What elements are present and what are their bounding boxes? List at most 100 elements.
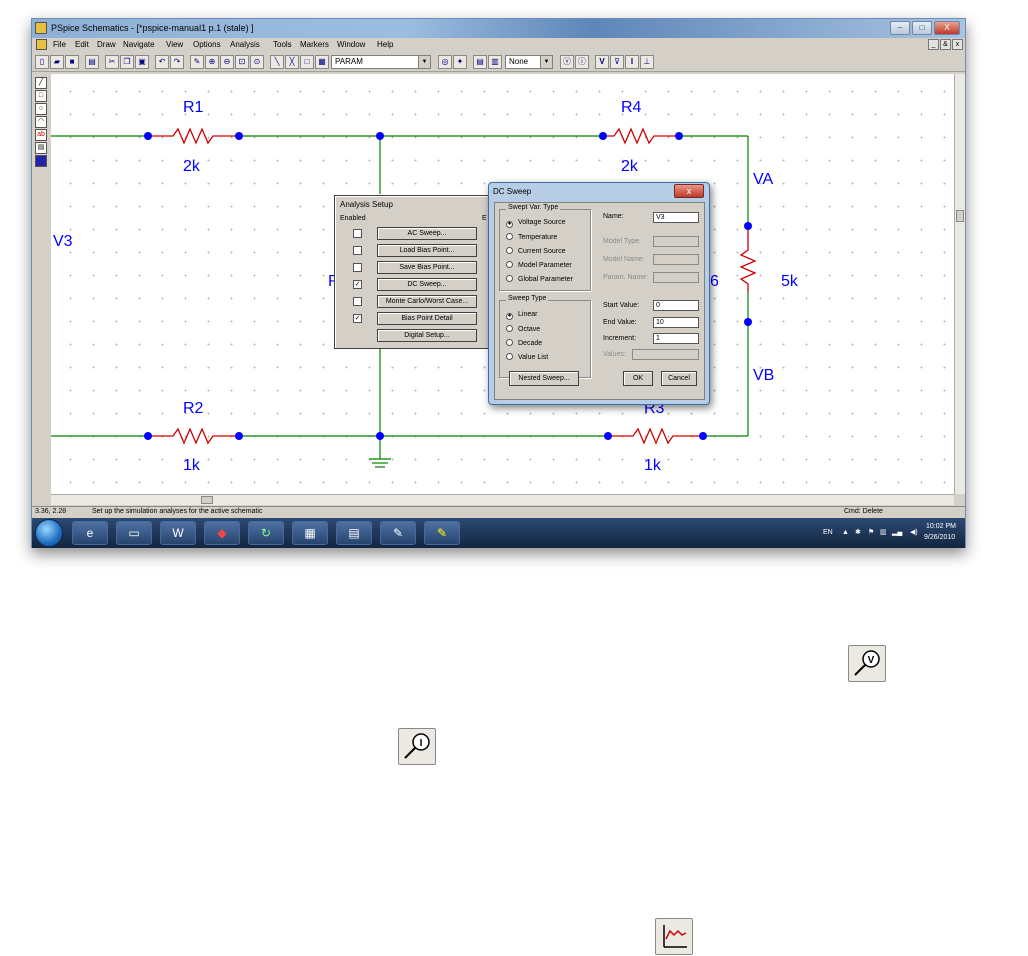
sync-icon[interactable]: ↻ (248, 521, 284, 545)
label-r6-value[interactable]: 5k (781, 273, 799, 290)
cancel-button[interactable]: Cancel (661, 371, 697, 386)
clock-date[interactable]: 9/26/2010 (924, 534, 955, 541)
word-icon[interactable]: W (160, 521, 196, 545)
menu-options[interactable]: Options (193, 40, 221, 49)
load-bias-button[interactable]: Load Bias Point... (377, 244, 477, 257)
label-r3-value[interactable]: 1k (644, 457, 662, 474)
edit-attributes-icon[interactable]: ◎ (438, 55, 452, 69)
paint-icon[interactable]: ✎ (380, 521, 416, 545)
radio-temperature[interactable]: Temperature (506, 233, 557, 241)
explorer-icon[interactable]: ▭ (116, 521, 152, 545)
label-r1-value[interactable]: 2k (183, 158, 201, 175)
model-name-field[interactable] (653, 254, 699, 265)
none-select[interactable]: None ▼ (505, 55, 553, 69)
show-hidden-icons-icon[interactable]: ▲ (842, 529, 849, 536)
schematics-icon[interactable]: ✎ (424, 521, 460, 545)
digital-setup-button[interactable]: Digital Setup... (377, 329, 477, 342)
current-probe-icon[interactable]: I (398, 728, 436, 765)
model-type-field[interactable] (653, 236, 699, 247)
label-r2-value[interactable]: 1k (183, 457, 201, 474)
chevron-down-icon[interactable]: ▼ (418, 56, 430, 68)
waveform-icon[interactable]: ▤ (336, 521, 372, 545)
menu-help[interactable]: Help (377, 40, 393, 49)
chevron-down-icon[interactable]: ▼ (540, 56, 552, 68)
menu-navigate[interactable]: Navigate (123, 40, 155, 49)
enable-bias-voltage-icon[interactable]: ⓥ (560, 55, 574, 69)
ok-button[interactable]: OK (623, 371, 653, 386)
monte-carlo-button[interactable]: Monte Carlo/Worst Case... (377, 295, 477, 308)
insert-picture-icon[interactable] (35, 155, 47, 167)
doc-close-button[interactable]: x (952, 39, 963, 50)
network-icon[interactable]: ▥ (880, 528, 887, 536)
draw-circle-icon[interactable]: ○ (35, 103, 47, 115)
zoom-fit-icon[interactable]: ⊙ (250, 55, 264, 69)
bias-point-detail-button[interactable]: Bias Point Detail (377, 312, 477, 325)
name-field[interactable]: V3 (653, 212, 699, 223)
label-vb[interactable]: VB (753, 367, 774, 384)
param-select[interactable]: PARAM ▼ (331, 55, 431, 69)
show-voltage-icon[interactable]: V (595, 55, 609, 69)
menu-edit[interactable]: Edit (75, 40, 89, 49)
language-indicator[interactable]: EN (823, 529, 833, 536)
zoom-out-icon[interactable]: ⊖ (220, 55, 234, 69)
vertical-scroll-thumb[interactable] (956, 210, 964, 222)
menu-view[interactable]: View (166, 40, 183, 49)
horizontal-scroll-thumb[interactable] (201, 496, 213, 504)
pspice-app-icon[interactable]: ▦ (292, 521, 328, 545)
close-button[interactable]: X (934, 21, 960, 35)
start-button[interactable] (35, 519, 63, 547)
maximize-button[interactable]: □ (912, 21, 932, 35)
values-field[interactable] (632, 349, 699, 360)
menu-draw[interactable]: Draw (97, 40, 116, 49)
radio-model-parameter[interactable]: Model Parameter (506, 261, 572, 269)
setup-analysis-icon[interactable]: ▤ (473, 55, 487, 69)
zoom-area-icon[interactable]: ⊡ (235, 55, 249, 69)
print-icon[interactable]: ▤ (85, 55, 99, 69)
menu-tools[interactable]: Tools (273, 40, 292, 49)
menu-file[interactable]: File (53, 40, 66, 49)
vertical-scrollbar[interactable] (954, 74, 965, 494)
doc-restore-button[interactable]: & (940, 39, 951, 50)
get-part-icon[interactable]: ▦ (315, 55, 329, 69)
redraw-icon[interactable]: ✎ (190, 55, 204, 69)
current-marker-icon[interactable]: ⊥ (640, 55, 654, 69)
radio-voltage-source[interactable]: ● Voltage Source (506, 219, 565, 228)
label-va[interactable]: VA (753, 171, 773, 188)
ac-sweep-checkbox[interactable] (353, 229, 362, 238)
save-bias-button[interactable]: Save Bias Point... (377, 261, 477, 274)
dc-sweep-checkbox[interactable]: ✓ (353, 280, 362, 289)
redo-icon[interactable]: ↷ (170, 55, 184, 69)
edit-symbol-icon[interactable]: ✦ (453, 55, 467, 69)
radio-global-parameter[interactable]: Global Parameter (506, 275, 573, 283)
paste-icon[interactable]: ▣ (135, 55, 149, 69)
draw-arc-icon[interactable]: ◠ (35, 116, 47, 128)
increment-field[interactable]: 1 (653, 333, 699, 344)
bias-point-detail-checkbox[interactable]: ✓ (353, 314, 362, 323)
voltage-marker-icon[interactable]: ⊽ (610, 55, 624, 69)
end-value-field[interactable]: 10 (653, 317, 699, 328)
dc-sweep-close-button[interactable]: x (674, 184, 704, 198)
document-icon[interactable] (36, 39, 47, 50)
save-bias-checkbox[interactable] (353, 263, 362, 272)
label-r1[interactable]: R1 (183, 99, 204, 116)
show-current-icon[interactable]: I (625, 55, 639, 69)
label-r4[interactable]: R4 (621, 99, 642, 116)
dc-sweep-button[interactable]: DC Sweep... (377, 278, 477, 291)
enable-bias-current-icon[interactable]: ⓘ (575, 55, 589, 69)
minimize-button[interactable]: – (890, 21, 910, 35)
simulate-icon[interactable]: ▥ (488, 55, 502, 69)
volume-icon[interactable]: ◀) (910, 528, 918, 536)
monte-carlo-checkbox[interactable] (353, 297, 362, 306)
simulate-waveform-icon[interactable] (655, 918, 693, 955)
app-icon[interactable] (35, 22, 47, 34)
flag-icon[interactable]: ⚑ (868, 528, 874, 536)
start-value-field[interactable]: 0 (653, 300, 699, 311)
menu-analysis[interactable]: Analysis (230, 40, 260, 49)
ie-icon[interactable]: e (72, 521, 108, 545)
label-r2[interactable]: R2 (183, 400, 204, 417)
radio-octave[interactable]: Octave (506, 325, 540, 333)
doc-minimize-button[interactable]: _ (928, 39, 939, 50)
label-r6-suffix[interactable]: 6 (710, 273, 719, 290)
horizontal-scrollbar[interactable] (51, 494, 954, 505)
label-v3[interactable]: V3 (53, 233, 73, 250)
